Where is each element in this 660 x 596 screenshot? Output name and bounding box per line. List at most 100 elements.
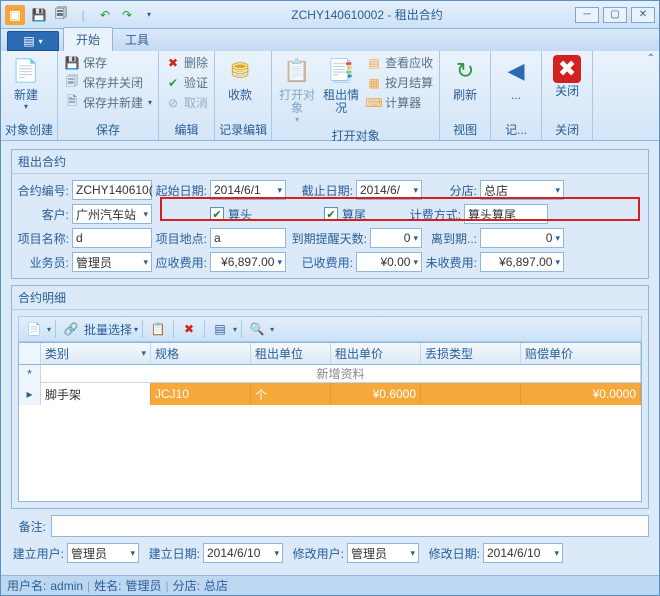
proj-addr-field[interactable]: a: [210, 228, 286, 248]
tb-delete-icon[interactable]: ✖: [178, 319, 200, 339]
content-area: 租出合约 合约编号: ZCHY140610( 起始日期: 2014/6/1 截止…: [1, 141, 659, 575]
tail-checkbox[interactable]: ✔: [324, 207, 338, 221]
verify-icon: ✔: [165, 75, 181, 91]
rent-info-button[interactable]: 📑 租出情况: [320, 53, 362, 117]
maximize-button[interactable]: ▢: [603, 7, 627, 23]
save-close-button[interactable]: 🗐保存并关闭: [62, 73, 154, 92]
save-close-icon: 🗐: [64, 75, 80, 91]
label-unpaid-fee: 未收费用:: [424, 254, 478, 271]
branch-combo[interactable]: 总店: [480, 180, 564, 200]
col-loss-type[interactable]: 丢损类型: [421, 343, 521, 364]
refresh-button[interactable]: ↻ 刷新: [444, 53, 486, 104]
cancel-button[interactable]: ⊘取消: [163, 93, 210, 112]
grid-filter-row[interactable]: * 新增资料: [19, 365, 641, 383]
label-proj-addr: 项目地点:: [154, 230, 208, 247]
calculator-button[interactable]: ⌨计算器: [364, 93, 435, 112]
calculator-icon: ⌨: [366, 95, 382, 111]
tb-new-icon[interactable]: 📄: [23, 319, 45, 339]
tb-copy-icon[interactable]: 📋: [147, 319, 169, 339]
col-comp-price[interactable]: 赔偿单价: [521, 343, 641, 364]
label-end-date: 截止日期:: [288, 182, 354, 199]
open-icon: 📋: [281, 55, 313, 87]
close-object-button[interactable]: ✖ 关闭: [546, 53, 588, 100]
window-title: ZCHY140610002 - 租出合约: [159, 6, 575, 23]
qat-dropdown-icon[interactable]: ▾: [139, 5, 159, 25]
create-user-field[interactable]: 管理员: [67, 543, 139, 563]
leave-date-field[interactable]: 0: [480, 228, 564, 248]
label-modify-date: 修改日期:: [421, 545, 481, 562]
coins-icon: ⛃: [224, 55, 256, 87]
form-panel-title: 租出合约: [12, 150, 648, 174]
cancel-icon: ⊘: [165, 95, 181, 111]
label-contract-no: 合约编号:: [16, 182, 70, 199]
label-start-date: 起始日期:: [154, 182, 208, 199]
qat-undo-icon[interactable]: ↶: [95, 5, 115, 25]
col-spec[interactable]: 规格: [151, 343, 251, 364]
open-object-button[interactable]: 📋 打开对象 ▾: [276, 53, 318, 126]
batch-select-button[interactable]: 批量选择: [84, 321, 132, 338]
remark-field[interactable]: [51, 515, 649, 537]
minimize-button[interactable]: ─: [575, 7, 599, 23]
delete-icon: ✖: [165, 55, 181, 71]
tab-start[interactable]: 开始: [63, 27, 113, 51]
record-nav-button[interactable]: ◀ ...: [495, 53, 537, 104]
close-button[interactable]: ✕: [631, 7, 655, 23]
modify-user-field[interactable]: 管理员: [347, 543, 419, 563]
label-remind-days: 到期提醒天数:: [288, 230, 368, 247]
proj-name-field[interactable]: d: [72, 228, 152, 248]
qat-saveclose-icon[interactable]: 🗐: [51, 5, 71, 25]
label-customer: 客户:: [16, 206, 70, 223]
save-new-button[interactable]: 🗎保存并新建▾: [62, 93, 154, 112]
detail-toolbar: 📄▾ 🔗 批量选择▾ 📋 ✖ ▤▾ 🔍▾: [18, 316, 642, 342]
start-date-field[interactable]: 2014/6/1: [210, 180, 286, 200]
contract-no-field[interactable]: ZCHY140610(: [72, 180, 152, 200]
status-user: admin: [50, 579, 83, 593]
customer-combo[interactable]: 广州汽车站: [72, 204, 152, 224]
new-button[interactable]: 📄 新建 ▾: [5, 53, 47, 113]
tb-link-icon[interactable]: 🔗: [60, 319, 82, 339]
grid-corner: [19, 343, 41, 364]
detail-panel: 合约明细 📄▾ 🔗 批量选择▾ 📋 ✖ ▤▾ 🔍▾: [11, 285, 649, 509]
operator-combo[interactable]: 管理员: [72, 252, 152, 272]
label-proj-name: 项目名称:: [16, 230, 70, 247]
check-recv-button[interactable]: ▤查看应收: [364, 53, 435, 72]
label-paid-fee: 已收费用:: [288, 254, 354, 271]
file-menu-button[interactable]: ▤: [7, 31, 59, 51]
label-create-date: 建立日期:: [141, 545, 201, 562]
tb-search-icon[interactable]: 🔍: [246, 319, 268, 339]
new-icon: 📄: [10, 55, 42, 87]
remind-days-field[interactable]: 0: [370, 228, 422, 248]
modify-date-field[interactable]: 2014/6/10: [483, 543, 563, 563]
refresh-icon: ↻: [449, 55, 481, 87]
ribbon-expand-icon[interactable]: ⌃: [647, 53, 655, 64]
delete-button[interactable]: ✖删除: [163, 53, 210, 72]
col-unit[interactable]: 租出单位: [251, 343, 331, 364]
head-checkbox[interactable]: ✔: [210, 207, 224, 221]
table-row[interactable]: ▸ 脚手架 JCJ10 个 ¥0.6000 ¥0.0000: [19, 383, 641, 405]
titlebar: ▣ 💾 🗐 | ↶ ↷ ▾ ZCHY140610002 - 租出合约 ─ ▢ ✕: [1, 1, 659, 29]
charge-button[interactable]: ⛃ 收款: [219, 53, 261, 104]
save-button[interactable]: 💾保存: [62, 53, 154, 72]
tail-label: 算尾: [342, 206, 366, 223]
app-icon: ▣: [5, 5, 25, 25]
paid-fee-field[interactable]: ¥0.00: [356, 252, 422, 272]
col-price[interactable]: 租出单价: [331, 343, 421, 364]
detail-grid: 类别 规格 租出单位 租出单价 丢损类型 赔偿单价 * 新增资料 ▸ 脚手架: [18, 342, 642, 502]
label-operator: 业务员:: [16, 254, 70, 271]
end-date-field[interactable]: 2014/6/: [356, 180, 422, 200]
label-branch: 分店:: [424, 182, 478, 199]
status-name-label: 姓名:: [94, 577, 121, 594]
create-date-field[interactable]: 2014/6/10: [203, 543, 283, 563]
month-settle-button[interactable]: ▦按月结算: [364, 73, 435, 92]
status-branch-label: 分店:: [173, 577, 200, 594]
unpaid-fee-field[interactable]: ¥6,897.00: [480, 252, 564, 272]
ribbon: ⌃ 📄 新建 ▾ 对象创建 💾保存 🗐保存并关闭 🗎保存并新建▾ 保存: [1, 51, 659, 141]
verify-button[interactable]: ✔验证: [163, 73, 210, 92]
col-category[interactable]: 类别: [41, 343, 151, 364]
tb-export-icon[interactable]: ▤: [209, 319, 231, 339]
qat-save-icon[interactable]: 💾: [29, 5, 49, 25]
tab-tools[interactable]: 工具: [113, 28, 161, 51]
due-fee-field[interactable]: ¥6,897.00: [210, 252, 286, 272]
label-remark: 备注:: [11, 518, 47, 535]
qat-redo-icon[interactable]: ↷: [117, 5, 137, 25]
